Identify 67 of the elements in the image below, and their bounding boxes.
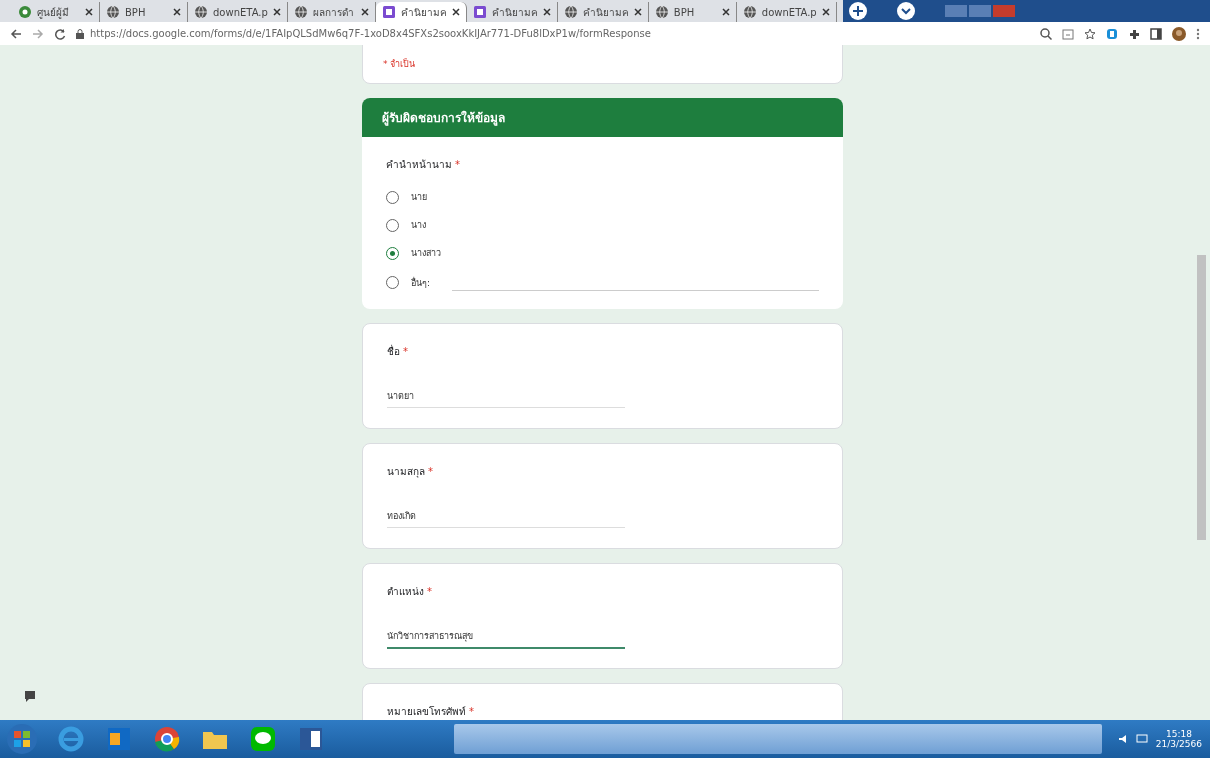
globe-icon <box>194 5 208 19</box>
extension-icon <box>1106 27 1118 40</box>
question-label: นามสกุล <box>387 465 425 479</box>
option-label: อื่นๆ: <box>411 276 431 290</box>
puzzle-icon <box>1128 27 1140 40</box>
tab-title: คำนิยามค <box>491 5 538 20</box>
tab-title: คำนิยามค <box>582 5 629 20</box>
browser-tab[interactable]: คำนิยามค <box>375 2 467 22</box>
clock-date: 21/3/2566 <box>1155 739 1202 749</box>
tab-title: คำนิยามค <box>400 5 447 20</box>
answer-field[interactable]: นาตยา <box>387 389 625 408</box>
clock-time: 15:18 <box>1165 729 1192 739</box>
answer-field[interactable]: นักวิชาการสาธารณสุข <box>387 629 625 649</box>
close-icon <box>272 8 281 16</box>
star-icon <box>1084 27 1096 40</box>
required-mark: * <box>469 706 474 717</box>
answer-field[interactable]: ทองเกิด <box>387 509 625 528</box>
tab-title: downETA.p <box>761 5 817 20</box>
tab-title: ผลการดำ <box>312 5 355 20</box>
speaker-icon <box>1117 734 1128 744</box>
tab-title: downETA.p <box>213 5 268 20</box>
search-icon <box>1040 27 1052 40</box>
globe-icon <box>654 5 669 19</box>
close-icon <box>360 8 369 16</box>
close-icon <box>821 8 830 16</box>
form-icon <box>381 5 396 19</box>
question-label: คำนำหน้านาม <box>386 158 452 172</box>
required-note: * จำเป็น <box>383 59 416 69</box>
lock-icon <box>76 28 84 39</box>
close-icon <box>721 8 730 16</box>
close-icon <box>542 8 551 16</box>
close-icon <box>633 8 642 16</box>
question-label: ตำแหน่ง <box>387 585 424 599</box>
option-label: นางสาว <box>411 247 441 260</box>
tab-title: BPH <box>673 5 696 20</box>
reload-icon <box>54 27 66 40</box>
avatar-icon <box>1172 26 1186 41</box>
required-mark: * <box>427 586 432 597</box>
form-icon <box>472 5 487 19</box>
tab-title: BPH <box>125 5 147 20</box>
globe-icon <box>293 5 308 19</box>
sidebar-icon <box>1150 27 1162 40</box>
window-controls-icon <box>944 3 1015 19</box>
section-header: ผู้รับผิดชอบการให้ข้อมูล <box>362 98 843 137</box>
required-mark: * <box>455 159 460 170</box>
tab-title: ศูนย์ผู้มี <box>37 5 70 21</box>
globe-icon <box>106 5 120 19</box>
required-mark: * <box>428 466 433 477</box>
option-label: นาย <box>411 191 427 204</box>
close-icon <box>451 8 460 16</box>
more-icon <box>1196 27 1200 40</box>
browser-icon[interactable] <box>152 724 182 754</box>
forward-arrow-icon <box>32 27 44 40</box>
back-arrow-icon <box>10 27 22 40</box>
scrollbar-thumb[interactable] <box>1197 255 1206 540</box>
question-label: ชื่อ <box>387 344 400 359</box>
required-mark: * <box>403 346 408 357</box>
option-label: นาง <box>411 219 426 232</box>
globe-icon <box>742 5 757 19</box>
feedback-icon <box>24 690 36 702</box>
close-icon <box>85 8 93 16</box>
network-icon <box>1135 734 1148 744</box>
start-button-icon <box>6 723 38 755</box>
close-icon <box>173 8 181 16</box>
question-label: หมายเลขโทรศัพท์ <box>387 705 466 719</box>
globe-icon <box>563 5 578 19</box>
chat-app-icon[interactable] <box>248 724 278 754</box>
